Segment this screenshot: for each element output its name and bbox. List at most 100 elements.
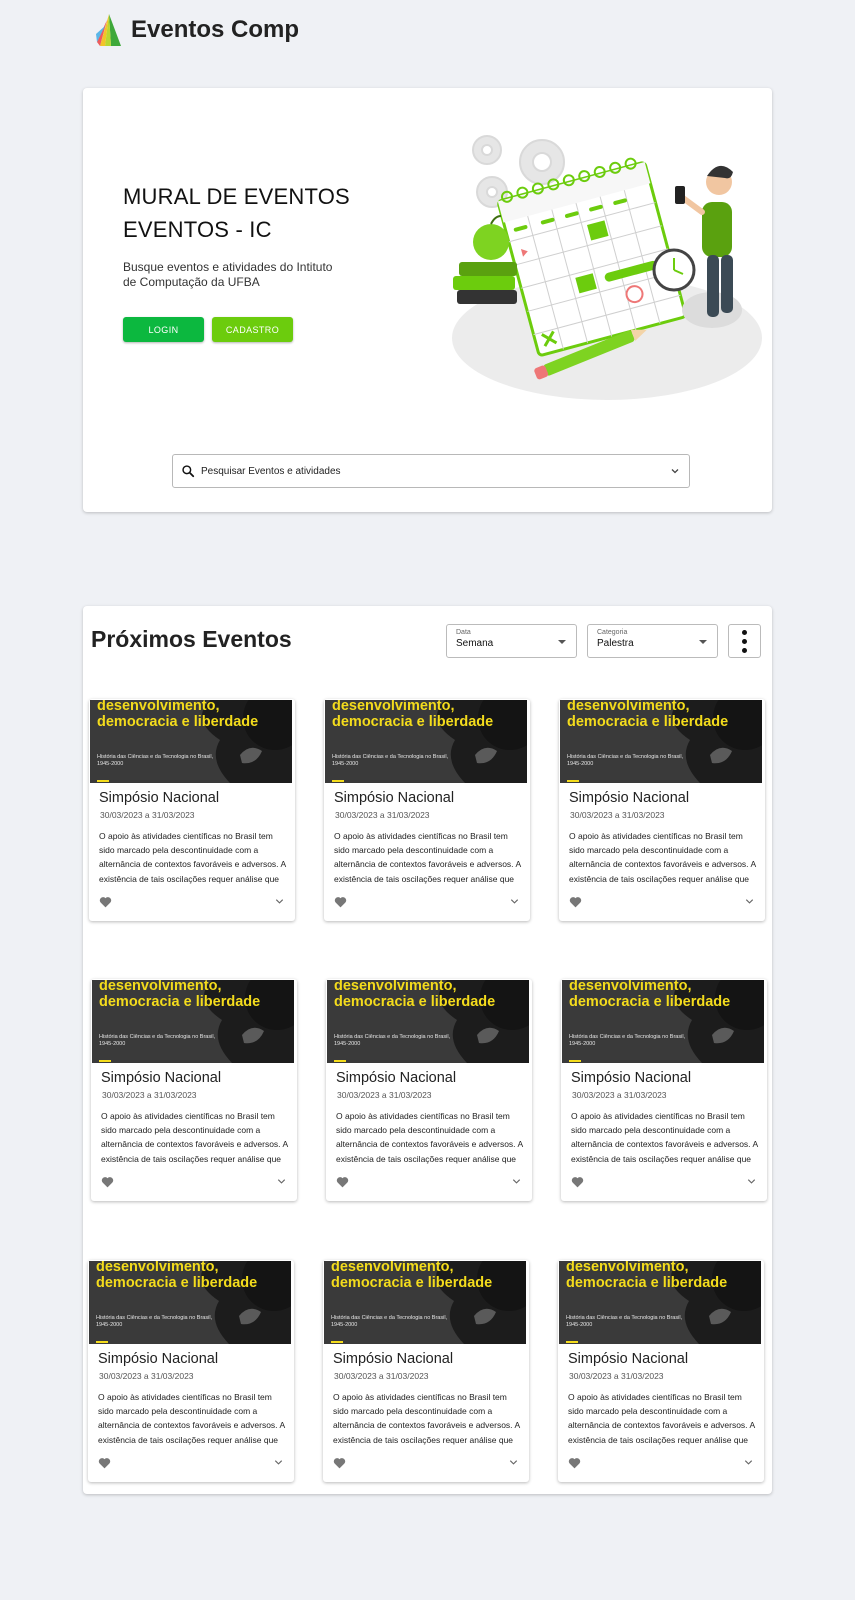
event-image-caption: História das Ciências e da Tecnologia no… [334, 1034, 451, 1047]
event-description: O apoio às atividades científicas no Bra… [99, 831, 286, 884]
event-title: Simpósio Nacional [334, 790, 455, 806]
event-date: 30/03/2023 a 31/03/2023 [99, 1371, 194, 1381]
event-image-accent [99, 1060, 111, 1062]
hero-card: MURAL DE EVENTOS EVENTOS - IC Busque eve… [83, 88, 772, 512]
chevron-down-icon[interactable] [274, 896, 285, 907]
chevron-down-icon[interactable] [669, 465, 681, 477]
hero-title-line2: EVENTOS - IC [123, 217, 272, 242]
event-date: 30/03/2023 a 31/03/2023 [570, 810, 665, 820]
chevron-down-icon[interactable] [276, 1176, 287, 1187]
search-combobox[interactable]: Pesquisar Eventos e atividades [172, 454, 690, 488]
event-title: Simpósio Nacional [336, 1070, 457, 1086]
event-card[interactable]: desenvolvimento, democracia e liberdade H… [558, 1260, 764, 1482]
event-date: 30/03/2023 a 31/03/2023 [572, 1090, 667, 1100]
event-title: Simpósio Nacional [99, 790, 220, 806]
event-image: desenvolvimento, democracia e liberdade H… [92, 980, 294, 1063]
date-filter-select[interactable]: Data Semana [446, 624, 577, 658]
cadastro-button[interactable]: CADASTRO [212, 317, 293, 342]
event-card[interactable]: desenvolvimento, democracia e liberdade H… [326, 979, 532, 1201]
chevron-down-icon[interactable] [508, 1457, 519, 1468]
heart-icon[interactable] [333, 1457, 346, 1469]
event-card[interactable]: desenvolvimento, democracia e liberdade H… [559, 699, 765, 921]
chevron-down-icon[interactable] [743, 1457, 754, 1468]
events-title: Próximos Eventos [91, 626, 292, 652]
event-image-accent [332, 780, 344, 782]
event-date: 30/03/2023 a 31/03/2023 [337, 1090, 432, 1100]
event-date: 30/03/2023 a 31/03/2023 [569, 1371, 664, 1381]
hero-title-line1: MURAL DE EVENTOS [123, 184, 350, 209]
event-date: 30/03/2023 a 31/03/2023 [102, 1090, 197, 1100]
category-filter-label: Categoria [597, 629, 628, 636]
brand[interactable]: Eventos Comp [95, 12, 299, 48]
chevron-down-icon[interactable] [511, 1176, 522, 1187]
event-date: 30/03/2023 a 31/03/2023 [100, 810, 195, 820]
event-description: O apoio às atividades científicas no Bra… [569, 831, 756, 884]
event-image-headline: desenvolvimento, democracia e liberdade [567, 700, 729, 730]
event-image-caption: História das Ciências e da Tecnologia no… [332, 754, 449, 767]
more-vertical-icon[interactable] [728, 624, 761, 658]
more-dot [742, 647, 747, 653]
event-image-caption: História das Ciências e da Tecnologia no… [97, 754, 214, 767]
heart-icon[interactable] [569, 896, 582, 908]
event-date: 30/03/2023 a 31/03/2023 [335, 810, 430, 820]
event-image-caption: História das Ciências e da Tecnologia no… [99, 1034, 216, 1047]
event-image: desenvolvimento, democracia e liberdade H… [559, 1261, 761, 1344]
category-filter-value: Palestra [597, 638, 634, 649]
event-image: desenvolvimento, democracia e liberdade H… [325, 700, 527, 783]
event-title: Simpósio Nacional [568, 1351, 689, 1367]
event-image-headline: desenvolvimento, democracia e liberdade [566, 1261, 728, 1291]
date-filter-label: Data [456, 629, 471, 636]
event-card[interactable]: desenvolvimento, democracia e liberdade H… [324, 699, 530, 921]
event-description: O apoio às atividades científicas no Bra… [568, 1392, 755, 1445]
login-button[interactable]: LOGIN [123, 317, 204, 342]
events-section: Próximos Eventos Data Semana Categoria P… [83, 606, 772, 1494]
heart-icon[interactable] [99, 896, 112, 908]
event-card[interactable]: desenvolvimento, democracia e liberdade H… [561, 979, 767, 1201]
heart-icon[interactable] [334, 896, 347, 908]
heart-icon[interactable] [568, 1457, 581, 1469]
event-card[interactable]: desenvolvimento, democracia e liberdade H… [91, 979, 297, 1201]
more-dot [742, 638, 747, 644]
event-title: Simpósio Nacional [333, 1351, 454, 1367]
event-title: Simpósio Nacional [101, 1070, 222, 1086]
calendar-planner-illustration [452, 135, 762, 400]
event-image-headline: desenvolvimento, democracia e liberdade [99, 980, 261, 1010]
event-image-accent [566, 1341, 578, 1343]
event-description: O apoio às atividades científicas no Bra… [334, 831, 521, 884]
event-image-headline: desenvolvimento, democracia e liberdade [96, 1261, 258, 1291]
event-image-accent [334, 1060, 346, 1062]
date-filter-value: Semana [456, 638, 494, 649]
event-image-caption: História das Ciências e da Tecnologia no… [331, 1315, 448, 1328]
heart-icon[interactable] [101, 1176, 114, 1188]
event-image-caption: História das Ciências e da Tecnologia no… [569, 1034, 686, 1047]
event-image-accent [97, 780, 109, 782]
event-image: desenvolvimento, democracia e liberdade H… [324, 1261, 526, 1344]
event-image-caption: História das Ciências e da Tecnologia no… [567, 754, 684, 767]
heart-icon[interactable] [336, 1176, 349, 1188]
chevron-down-icon[interactable] [273, 1457, 284, 1468]
heart-icon[interactable] [98, 1457, 111, 1469]
rainbow-leaf-logo [96, 14, 121, 46]
event-image-headline: desenvolvimento, democracia e liberdade [334, 980, 496, 1010]
event-card[interactable]: desenvolvimento, democracia e liberdade H… [88, 1260, 294, 1482]
event-image: desenvolvimento, democracia e liberdade H… [327, 980, 529, 1063]
hero-title: MURAL DE EVENTOS EVENTOS - IC [123, 180, 423, 246]
event-image-headline: desenvolvimento, democracia e liberdade [97, 700, 259, 730]
event-card[interactable]: desenvolvimento, democracia e liberdade H… [89, 699, 295, 921]
search-input[interactable]: Pesquisar Eventos e atividades [201, 466, 669, 477]
event-image: desenvolvimento, democracia e liberdade H… [90, 700, 292, 783]
event-date: 30/03/2023 a 31/03/2023 [334, 1371, 429, 1381]
event-image-accent [331, 1341, 343, 1343]
app-title: Eventos Comp [131, 16, 300, 43]
chevron-down-icon[interactable] [509, 896, 520, 907]
event-title: Simpósio Nacional [571, 1070, 692, 1086]
chevron-down-icon[interactable] [744, 896, 755, 907]
event-image-accent [569, 1060, 581, 1062]
caret-down-icon [558, 640, 566, 644]
event-description: O apoio às atividades científicas no Bra… [101, 1111, 288, 1164]
event-description: O apoio às atividades científicas no Bra… [336, 1111, 523, 1164]
heart-icon[interactable] [571, 1176, 584, 1188]
chevron-down-icon[interactable] [746, 1176, 757, 1187]
category-filter-select[interactable]: Categoria Palestra [587, 624, 718, 658]
event-card[interactable]: desenvolvimento, democracia e liberdade H… [323, 1260, 529, 1482]
